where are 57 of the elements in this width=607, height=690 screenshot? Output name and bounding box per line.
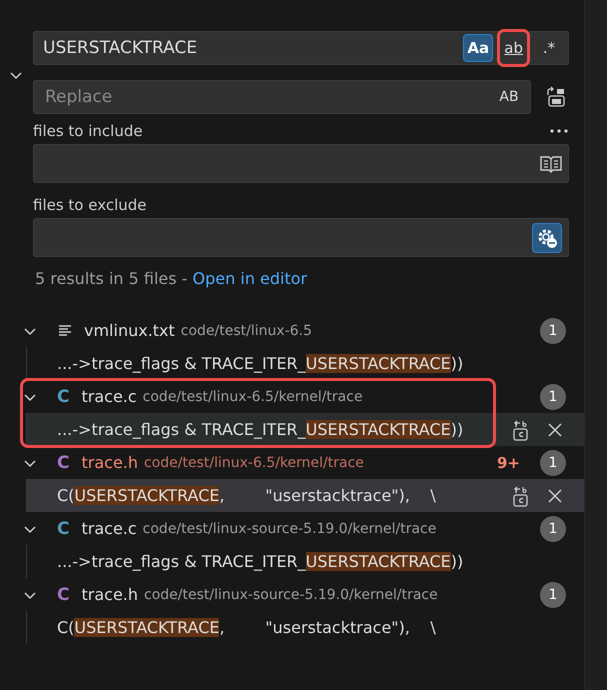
file-name: trace.h — [81, 453, 138, 472]
close-icon[interactable] — [548, 488, 562, 502]
file-path: code/test/linux-source-5.19.0/kernel/trace — [142, 520, 436, 536]
file-row[interactable]: vmlinux.txt code/test/linux-6.5 1 — [0, 314, 584, 347]
open-in-editor-link[interactable]: Open in editor — [192, 269, 308, 288]
results-summary: 5 results in 5 files - Open in editor — [35, 269, 308, 288]
problem-count: 9+ — [496, 454, 520, 472]
file-row[interactable]: C trace.h code/test/linux-source-5.19.0/kernel/trace 1 — [0, 578, 584, 611]
match-row[interactable]: ...->trace_flags & TRACE_ITER_USERSTACKTRACE)) — [26, 545, 584, 578]
exclude-label: files to exclude — [33, 196, 148, 214]
match-text: C(USERSTACKTRACE, "userstacktrace"), \ — [57, 486, 436, 505]
file-name: trace.c — [81, 519, 137, 538]
match-text: ...->trace_flags & TRACE_ITER_USERSTACKTRACE)) — [57, 420, 464, 439]
match-row[interactable]: C(USERSTACKTRACE, "userstacktrace"), \ — [26, 479, 584, 512]
include-field[interactable] — [33, 144, 569, 183]
text-file-icon — [58, 324, 72, 338]
match-row[interactable]: ...->trace_flags & TRACE_ITER_USERSTACKTRACE)) — [26, 413, 584, 446]
match-count-badge: 1 — [540, 450, 566, 476]
replace-all-icon[interactable] — [545, 86, 567, 108]
match-case-toggle[interactable]: Aa — [463, 34, 494, 62]
match-count-badge: 1 — [540, 384, 566, 410]
file-row[interactable]: C trace.c code/test/linux-6.5/kernel/trace 1 — [0, 380, 584, 413]
exclude-field[interactable] — [33, 218, 569, 257]
file-path: code/test/linux-6.5/kernel/trace — [144, 454, 364, 470]
c-file-icon: C — [57, 584, 70, 604]
file-name: vmlinux.txt — [84, 321, 175, 340]
match-text: C(USERSTACKTRACE, "userstacktrace"), \ — [57, 618, 436, 637]
c-file-icon: C — [57, 386, 70, 406]
file-row[interactable]: C trace.h code/test/linux-6.5/kernel/trace 9+ 1 — [0, 446, 584, 479]
match-row[interactable]: ...->trace_flags & TRACE_ITER_USERSTACKTRACE)) — [26, 347, 584, 380]
close-icon[interactable] — [548, 422, 562, 436]
file-name: trace.h — [81, 585, 138, 604]
include-label: files to include — [33, 122, 143, 140]
match-count-badge: 1 — [540, 516, 566, 542]
whole-word-toggle[interactable]: ab — [497, 29, 530, 67]
preserve-case-toggle[interactable]: AB — [494, 83, 524, 111]
replace-icon[interactable] — [512, 484, 530, 506]
file-path: code/test/linux-6.5 — [180, 322, 312, 338]
replace-field[interactable]: Replace AB — [33, 80, 531, 114]
file-path: code/test/linux-6.5/kernel/trace — [142, 388, 363, 404]
c-file-icon: C — [57, 518, 70, 538]
match-count-badge: 1 — [540, 318, 566, 344]
match-text: ...->trace_flags & TRACE_ITER_USERSTACKTRACE)) — [57, 354, 464, 373]
c-file-icon: C — [57, 452, 70, 472]
match-count-badge: 1 — [540, 582, 566, 608]
regex-toggle[interactable]: .* — [534, 34, 564, 62]
file-row[interactable]: C trace.c code/test/linux-source-5.19.0/kernel/trace 1 — [0, 512, 584, 545]
file-name: trace.c — [81, 387, 137, 406]
file-path: code/test/linux-source-5.19.0/kernel/trace — [144, 586, 438, 602]
search-field[interactable]: USERSTACKTRACE Aa ab .* — [33, 31, 569, 65]
match-row[interactable]: C(USERSTACKTRACE, "userstacktrace"), \ — [26, 611, 584, 644]
replace-icon[interactable] — [512, 418, 530, 440]
more-icon[interactable] — [549, 128, 569, 134]
gear-icon — [536, 226, 558, 248]
gear-toggle[interactable] — [532, 222, 562, 252]
book-icon[interactable] — [540, 154, 562, 172]
match-text: ...->trace_flags & TRACE_ITER_USERSTACKTRACE)) — [57, 552, 464, 571]
